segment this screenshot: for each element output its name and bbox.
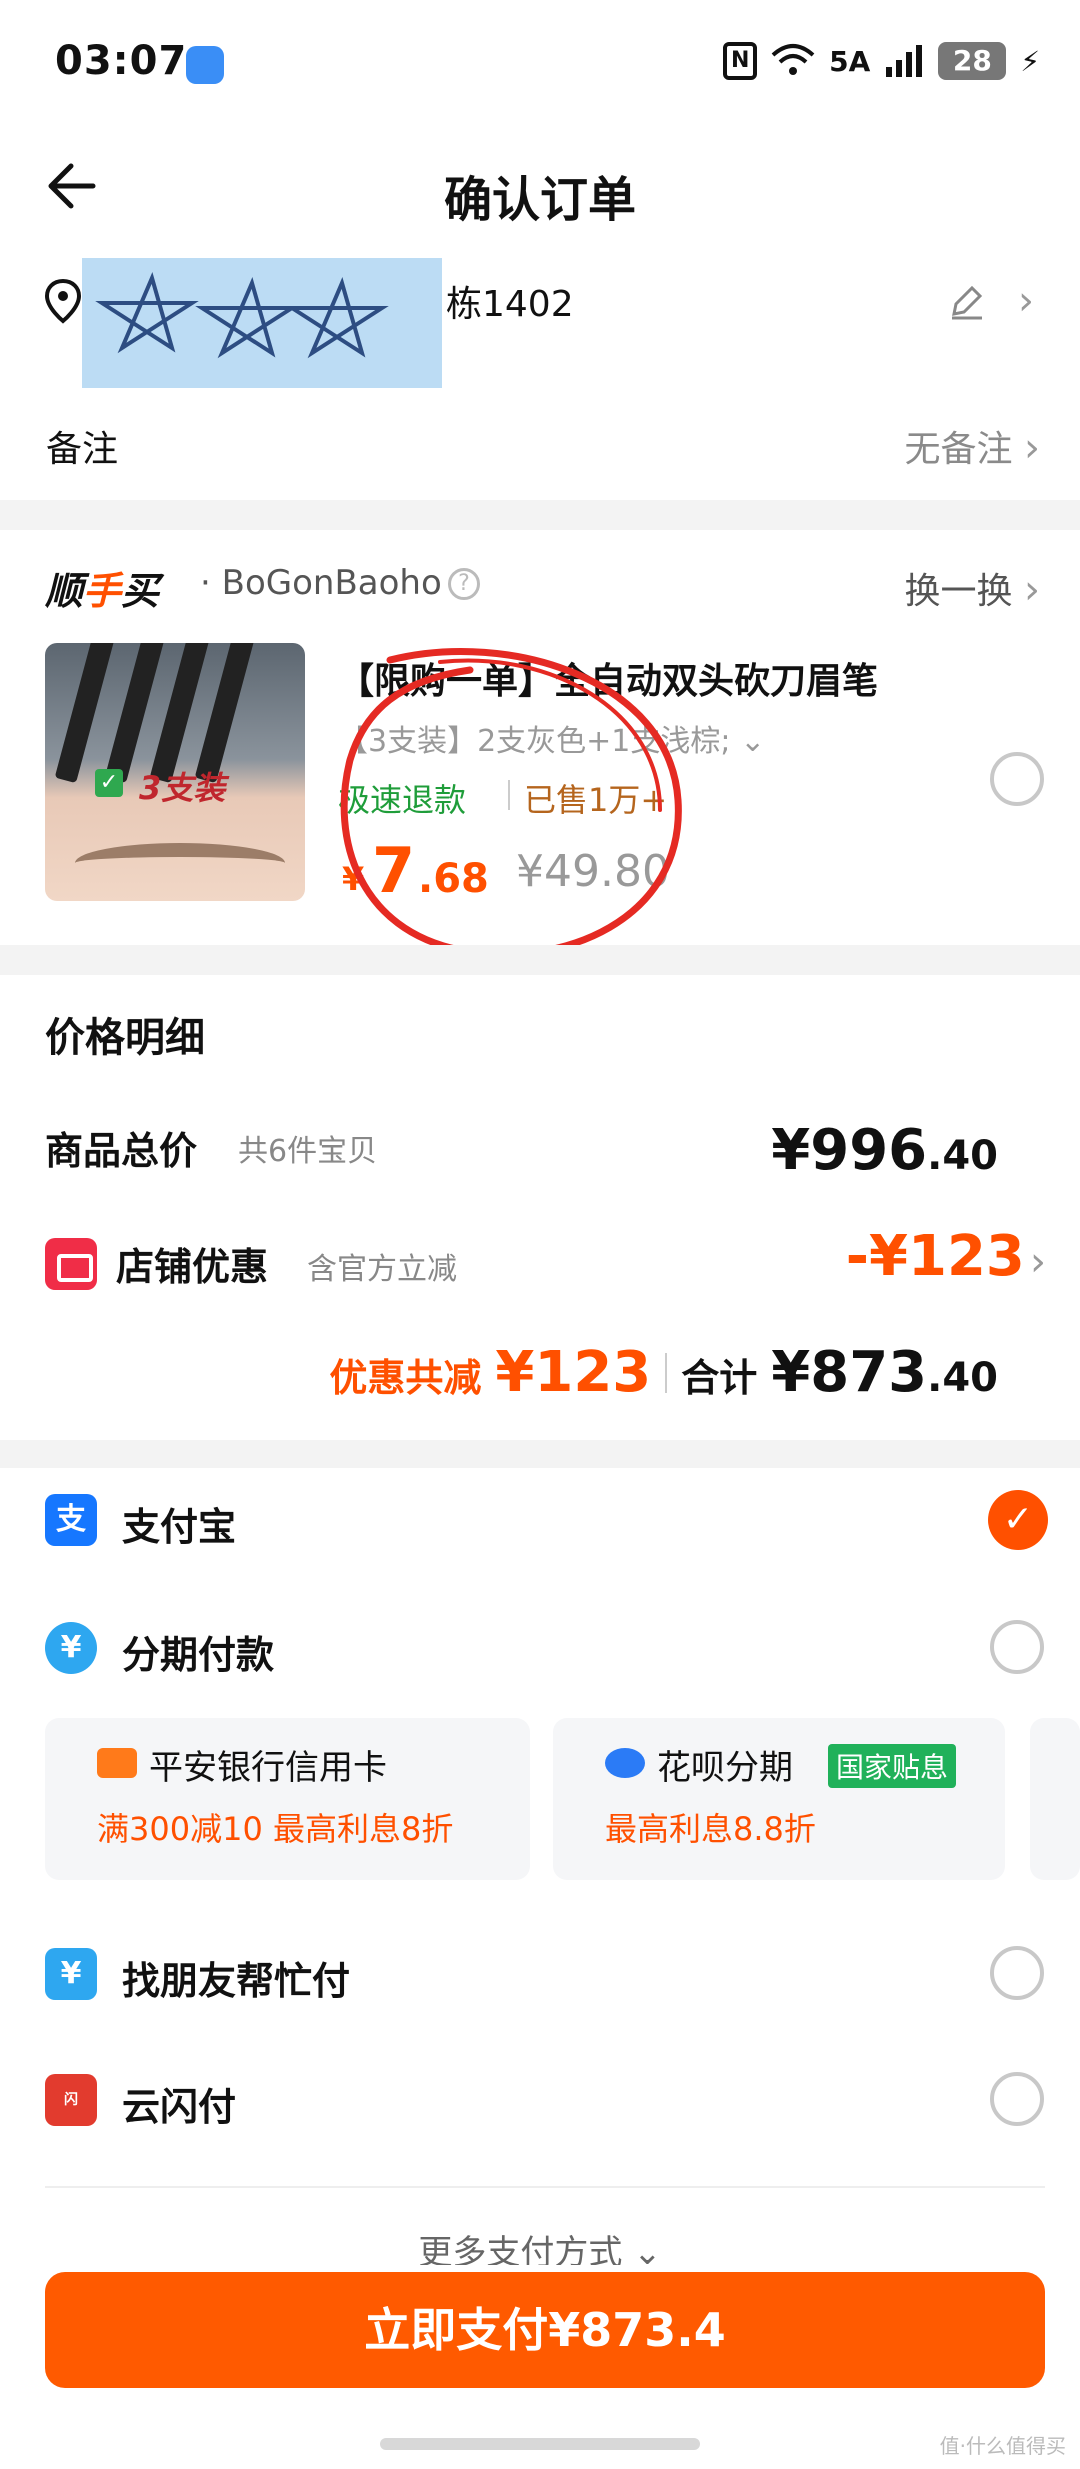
note-chevron-icon: › (1024, 425, 1040, 471)
address-chevron-icon[interactable]: › (1018, 278, 1034, 324)
section-divider (0, 945, 1080, 975)
huabei-logo-icon (605, 1748, 645, 1778)
shop-discount-icon (45, 1238, 97, 1290)
nfc-icon: N (723, 42, 758, 80)
alipay-checked-icon[interactable]: ✓ (988, 1490, 1048, 1550)
alipay-icon: 支 (45, 1494, 97, 1546)
huabei-card-title: 花呗分期 (657, 1748, 793, 1788)
installment-label[interactable]: 分期付款 (122, 1624, 274, 1679)
total-amount: ¥873.40 (771, 1340, 998, 1405)
swap-chevron-icon: › (1024, 567, 1040, 613)
goods-total-amount: ¥996.40 (771, 1118, 998, 1183)
wifi-icon (771, 44, 815, 75)
saved-label: 优惠共减 (329, 1356, 482, 1400)
image-tag: 3支装 (139, 769, 226, 807)
product-image[interactable]: ✓ 3支装 (45, 643, 305, 901)
friend-pay-label[interactable]: 找朋友帮忙付 (122, 1950, 350, 2005)
bank-installment-card[interactable]: 平安银行信用卡 满300减10 最高利息8折 (45, 1718, 530, 1880)
note-label: 备注 (46, 429, 119, 470)
more-payment-methods[interactable]: 更多支付方式 ⌄ (0, 2225, 1080, 2265)
bank-card-sub: 满300减10 最高利息8折 (97, 1810, 454, 1848)
unionpay-label[interactable]: 云闪付 (122, 2076, 236, 2131)
shop-discount-button[interactable]: -¥123 › (846, 1224, 1046, 1289)
installment-radio[interactable] (990, 1620, 1044, 1674)
edit-icon[interactable] (946, 282, 986, 322)
address-text[interactable]: 栋1402 (446, 275, 574, 327)
watermark: 值·什么值得买 (939, 2434, 1066, 2458)
home-indicator[interactable] (380, 2438, 700, 2450)
huabei-installment-card[interactable]: 花呗分期 国家贴息 最高利息8.8折 (553, 1718, 1005, 1880)
friend-pay-radio[interactable] (990, 1946, 1044, 2000)
status-time: 03:07 (55, 38, 188, 84)
address-redacted (82, 258, 442, 388)
price-detail-title: 价格明细 (45, 1015, 205, 1061)
signal-icon (886, 45, 923, 77)
network-label: 5A (829, 44, 871, 78)
goods-count: 共6件宝贝 (238, 1134, 378, 1169)
battery-icon: 28 (938, 42, 1007, 80)
divider (45, 2186, 1045, 2188)
unionpay-icon: 闪 (45, 2074, 97, 2126)
section-divider (0, 500, 1080, 530)
huabei-card-sub: 最高利息8.8折 (605, 1810, 816, 1848)
swap-button[interactable]: 换一换 › (905, 562, 1040, 614)
saved-value: ¥123 (495, 1340, 652, 1405)
section-divider (0, 1440, 1080, 1468)
shop-logo: 顺手买 (45, 569, 160, 613)
note-value: 无备注 (904, 429, 1013, 470)
charging-icon: ⚡ (1020, 44, 1040, 78)
page-title: 确认订单 (443, 172, 636, 228)
pingan-bank-logo-icon (97, 1748, 137, 1778)
shop-discount-value: -¥123 (845, 1224, 1025, 1289)
notification-icon (186, 46, 224, 84)
shop-discount-label: 店铺优惠 (116, 1245, 269, 1289)
friend-pay-icon: ¥ (45, 1948, 97, 2000)
pay-now-button[interactable]: 立即支付¥873.4 (45, 2272, 1045, 2388)
goods-total-label: 商品总价 (45, 1129, 198, 1173)
total-label: 合计 (681, 1356, 758, 1400)
shop-name[interactable]: · BoGonBaoho (200, 563, 442, 603)
hand-drawn-circle-annotation (340, 647, 682, 958)
bank-card-title: 平安银行信用卡 (149, 1748, 387, 1788)
alipay-label[interactable]: 支付宝 (122, 1496, 236, 1551)
check-icon: ✓ (95, 769, 123, 797)
note-value-button[interactable]: 无备注 › (905, 420, 1040, 472)
product-select-radio[interactable] (990, 752, 1044, 806)
discount-chevron-icon: › (1030, 1239, 1046, 1285)
status-icons: N 5A 28 ⚡ (723, 42, 1040, 80)
help-icon[interactable]: ? (448, 568, 480, 600)
price-summary: 优惠共减 ¥123 合计 ¥873.40 (329, 1340, 998, 1405)
location-pin-icon (44, 278, 82, 324)
next-card-peek[interactable] (1030, 1718, 1080, 1880)
subsidy-badge: 国家贴息 (828, 1744, 957, 1788)
unionpay-radio[interactable] (990, 2072, 1044, 2126)
spec-chevron-down-icon: ⌄ (740, 724, 766, 759)
installment-icon: ¥ (45, 1622, 97, 1674)
shop-discount-sub: 含官方立减 (307, 1252, 457, 1287)
